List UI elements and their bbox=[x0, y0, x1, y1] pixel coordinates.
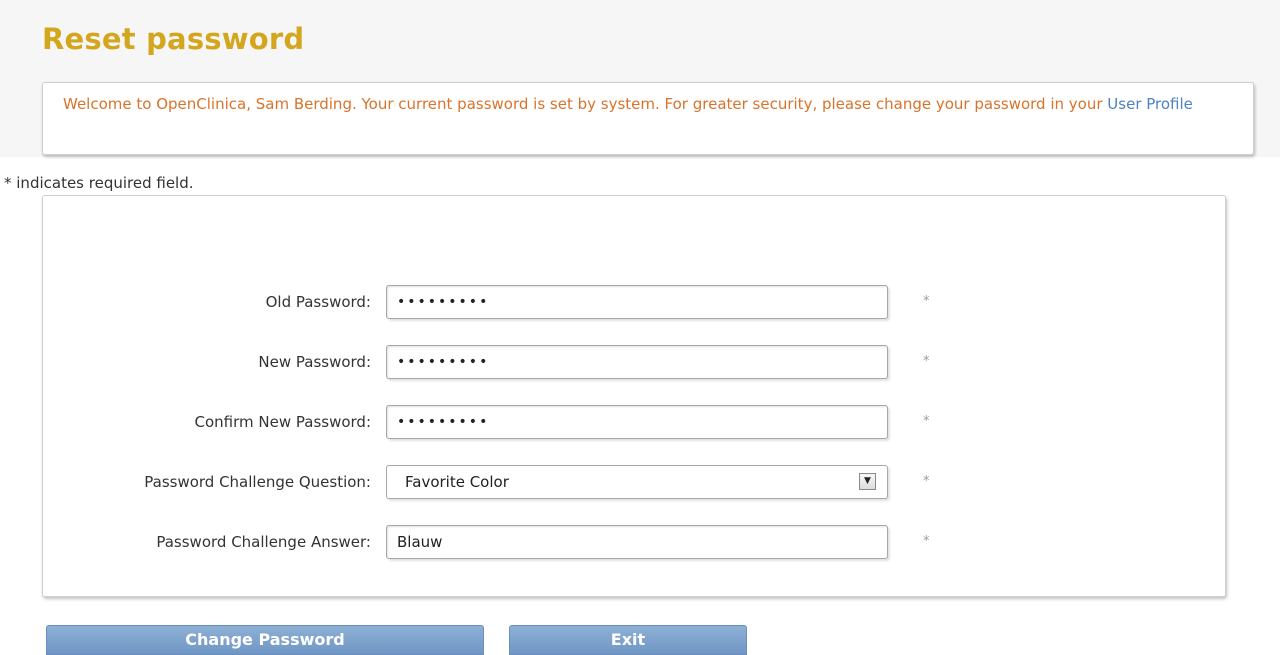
challenge-answer-input[interactable] bbox=[386, 525, 888, 559]
dropdown-arrow-icon[interactable]: ▼ bbox=[859, 473, 876, 490]
change-password-button[interactable]: Change Password bbox=[46, 625, 484, 655]
new-password-input[interactable] bbox=[386, 345, 888, 379]
old-password-row: Old Password: * bbox=[43, 285, 1225, 319]
challenge-question-row: Password Challenge Question: Favorite Co… bbox=[43, 465, 1225, 499]
required-field-note: * indicates required field. bbox=[4, 174, 194, 192]
confirm-password-row: Confirm New Password: * bbox=[43, 405, 1225, 439]
challenge-answer-label: Password Challenge Answer: bbox=[156, 533, 371, 551]
required-marker: * bbox=[923, 474, 930, 489]
old-password-input[interactable] bbox=[386, 285, 888, 319]
challenge-answer-row: Password Challenge Answer: * bbox=[43, 525, 1225, 559]
welcome-notice: Welcome to OpenClinica, Sam Berding. You… bbox=[42, 82, 1254, 155]
new-password-label: New Password: bbox=[258, 353, 371, 371]
required-marker: * bbox=[923, 294, 930, 309]
new-password-row: New Password: * bbox=[43, 345, 1225, 379]
old-password-label: Old Password: bbox=[265, 293, 371, 311]
required-marker: * bbox=[923, 534, 930, 549]
required-marker: * bbox=[923, 354, 930, 369]
required-marker: * bbox=[923, 414, 930, 429]
reset-password-form: Old Password: * New Password: * Confirm … bbox=[42, 195, 1226, 597]
confirm-password-label: Confirm New Password: bbox=[194, 413, 372, 431]
confirm-password-input[interactable] bbox=[386, 405, 888, 439]
challenge-question-label: Password Challenge Question: bbox=[144, 473, 371, 491]
exit-button[interactable]: Exit bbox=[509, 625, 747, 655]
page-title: Reset password bbox=[42, 22, 305, 56]
user-profile-link[interactable]: User Profile bbox=[1107, 95, 1193, 113]
notice-message: Welcome to OpenClinica, Sam Berding. You… bbox=[63, 95, 1108, 113]
challenge-question-value: Favorite Color bbox=[405, 473, 509, 491]
challenge-question-select[interactable]: Favorite Color ▼ bbox=[386, 465, 888, 499]
